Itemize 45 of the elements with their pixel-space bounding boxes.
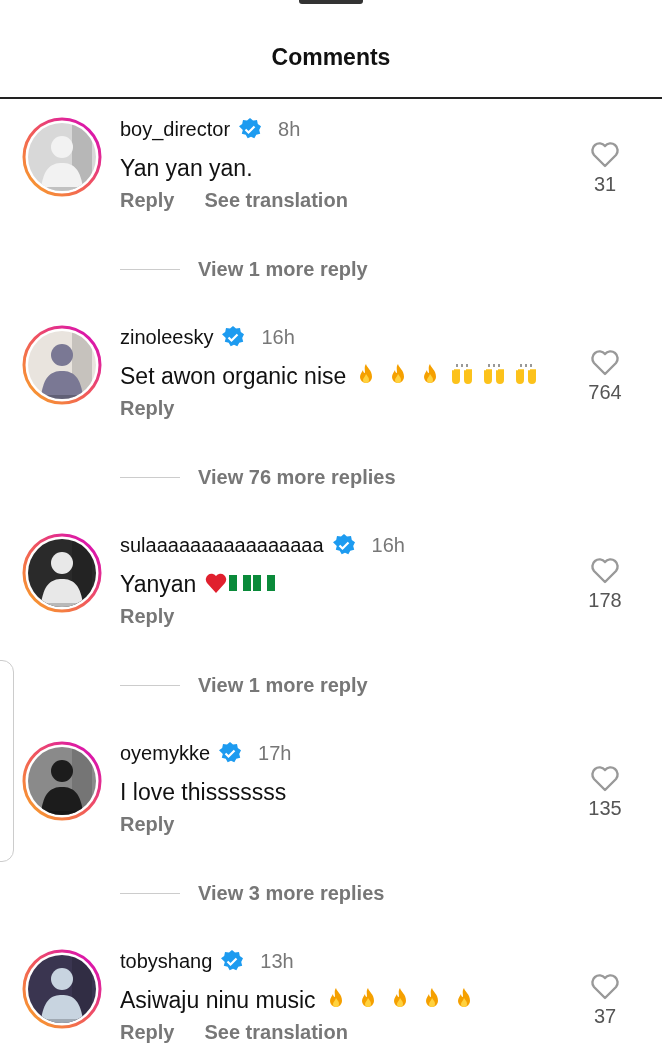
drag-handle[interactable] <box>299 0 363 4</box>
raised-hands-icon <box>450 363 475 387</box>
heart-icon[interactable] <box>589 971 621 1001</box>
like-count: 135 <box>588 797 622 820</box>
raised-hands-icon <box>482 363 507 387</box>
username[interactable]: sulaaaaaaaaaaaaaaaa <box>120 533 324 557</box>
username[interactable]: zinoleesky <box>120 325 214 349</box>
sheet-title: Comments <box>270 43 392 72</box>
comment-text: Asiwaju ninu music <box>120 985 540 1015</box>
like-count: 178 <box>588 589 622 612</box>
avatar-picture-ring[interactable] <box>22 533 102 613</box>
comment-text: Yan yan yan. <box>120 154 254 183</box>
translation-link[interactable]: See translation <box>204 189 348 212</box>
reply-button[interactable]: Reply <box>120 397 175 420</box>
like-count: 37 <box>593 1005 617 1028</box>
username[interactable]: boy_director <box>120 117 231 141</box>
view-replies-link[interactable]: View 76 more replies <box>198 466 396 489</box>
comment-text: Yanyan <box>120 569 540 599</box>
reply-button[interactable]: Reply <box>120 813 175 836</box>
reply-button[interactable]: Reply <box>120 189 175 212</box>
view-replies-link[interactable]: View 1 more reply <box>198 258 368 281</box>
heart-icon[interactable] <box>589 347 621 377</box>
translation-link[interactable]: See translation <box>204 1021 348 1044</box>
avatar-picture-ring[interactable] <box>22 741 102 821</box>
reply-button[interactable]: Reply <box>120 605 175 628</box>
comment-time: 16h <box>371 533 405 557</box>
raised-hands-icon <box>514 363 539 387</box>
reply-button[interactable]: Reply <box>120 1021 175 1044</box>
comment-text: I love thisssssss <box>120 778 288 807</box>
heart-icon <box>204 571 229 595</box>
like-count: 31 <box>593 173 617 196</box>
view-replies-link[interactable]: View 1 more reply <box>198 674 368 697</box>
view-replies-link[interactable]: View 3 more replies <box>198 882 385 905</box>
username[interactable]: oyemykke <box>120 741 211 765</box>
comment-time: 16h <box>261 325 295 349</box>
comment-time: 8h <box>278 117 301 141</box>
heart-icon[interactable] <box>589 763 621 793</box>
comment-time: 13h <box>260 949 294 973</box>
heart-icon[interactable] <box>589 139 621 169</box>
comment-text: Set awon organic nise <box>120 361 540 391</box>
like-count: 764 <box>588 381 622 404</box>
comment-time: 17h <box>258 741 292 765</box>
heart-icon[interactable] <box>589 555 621 585</box>
avatar-picture-ring[interactable] <box>22 949 102 1029</box>
username[interactable]: tobyshang <box>120 949 213 973</box>
